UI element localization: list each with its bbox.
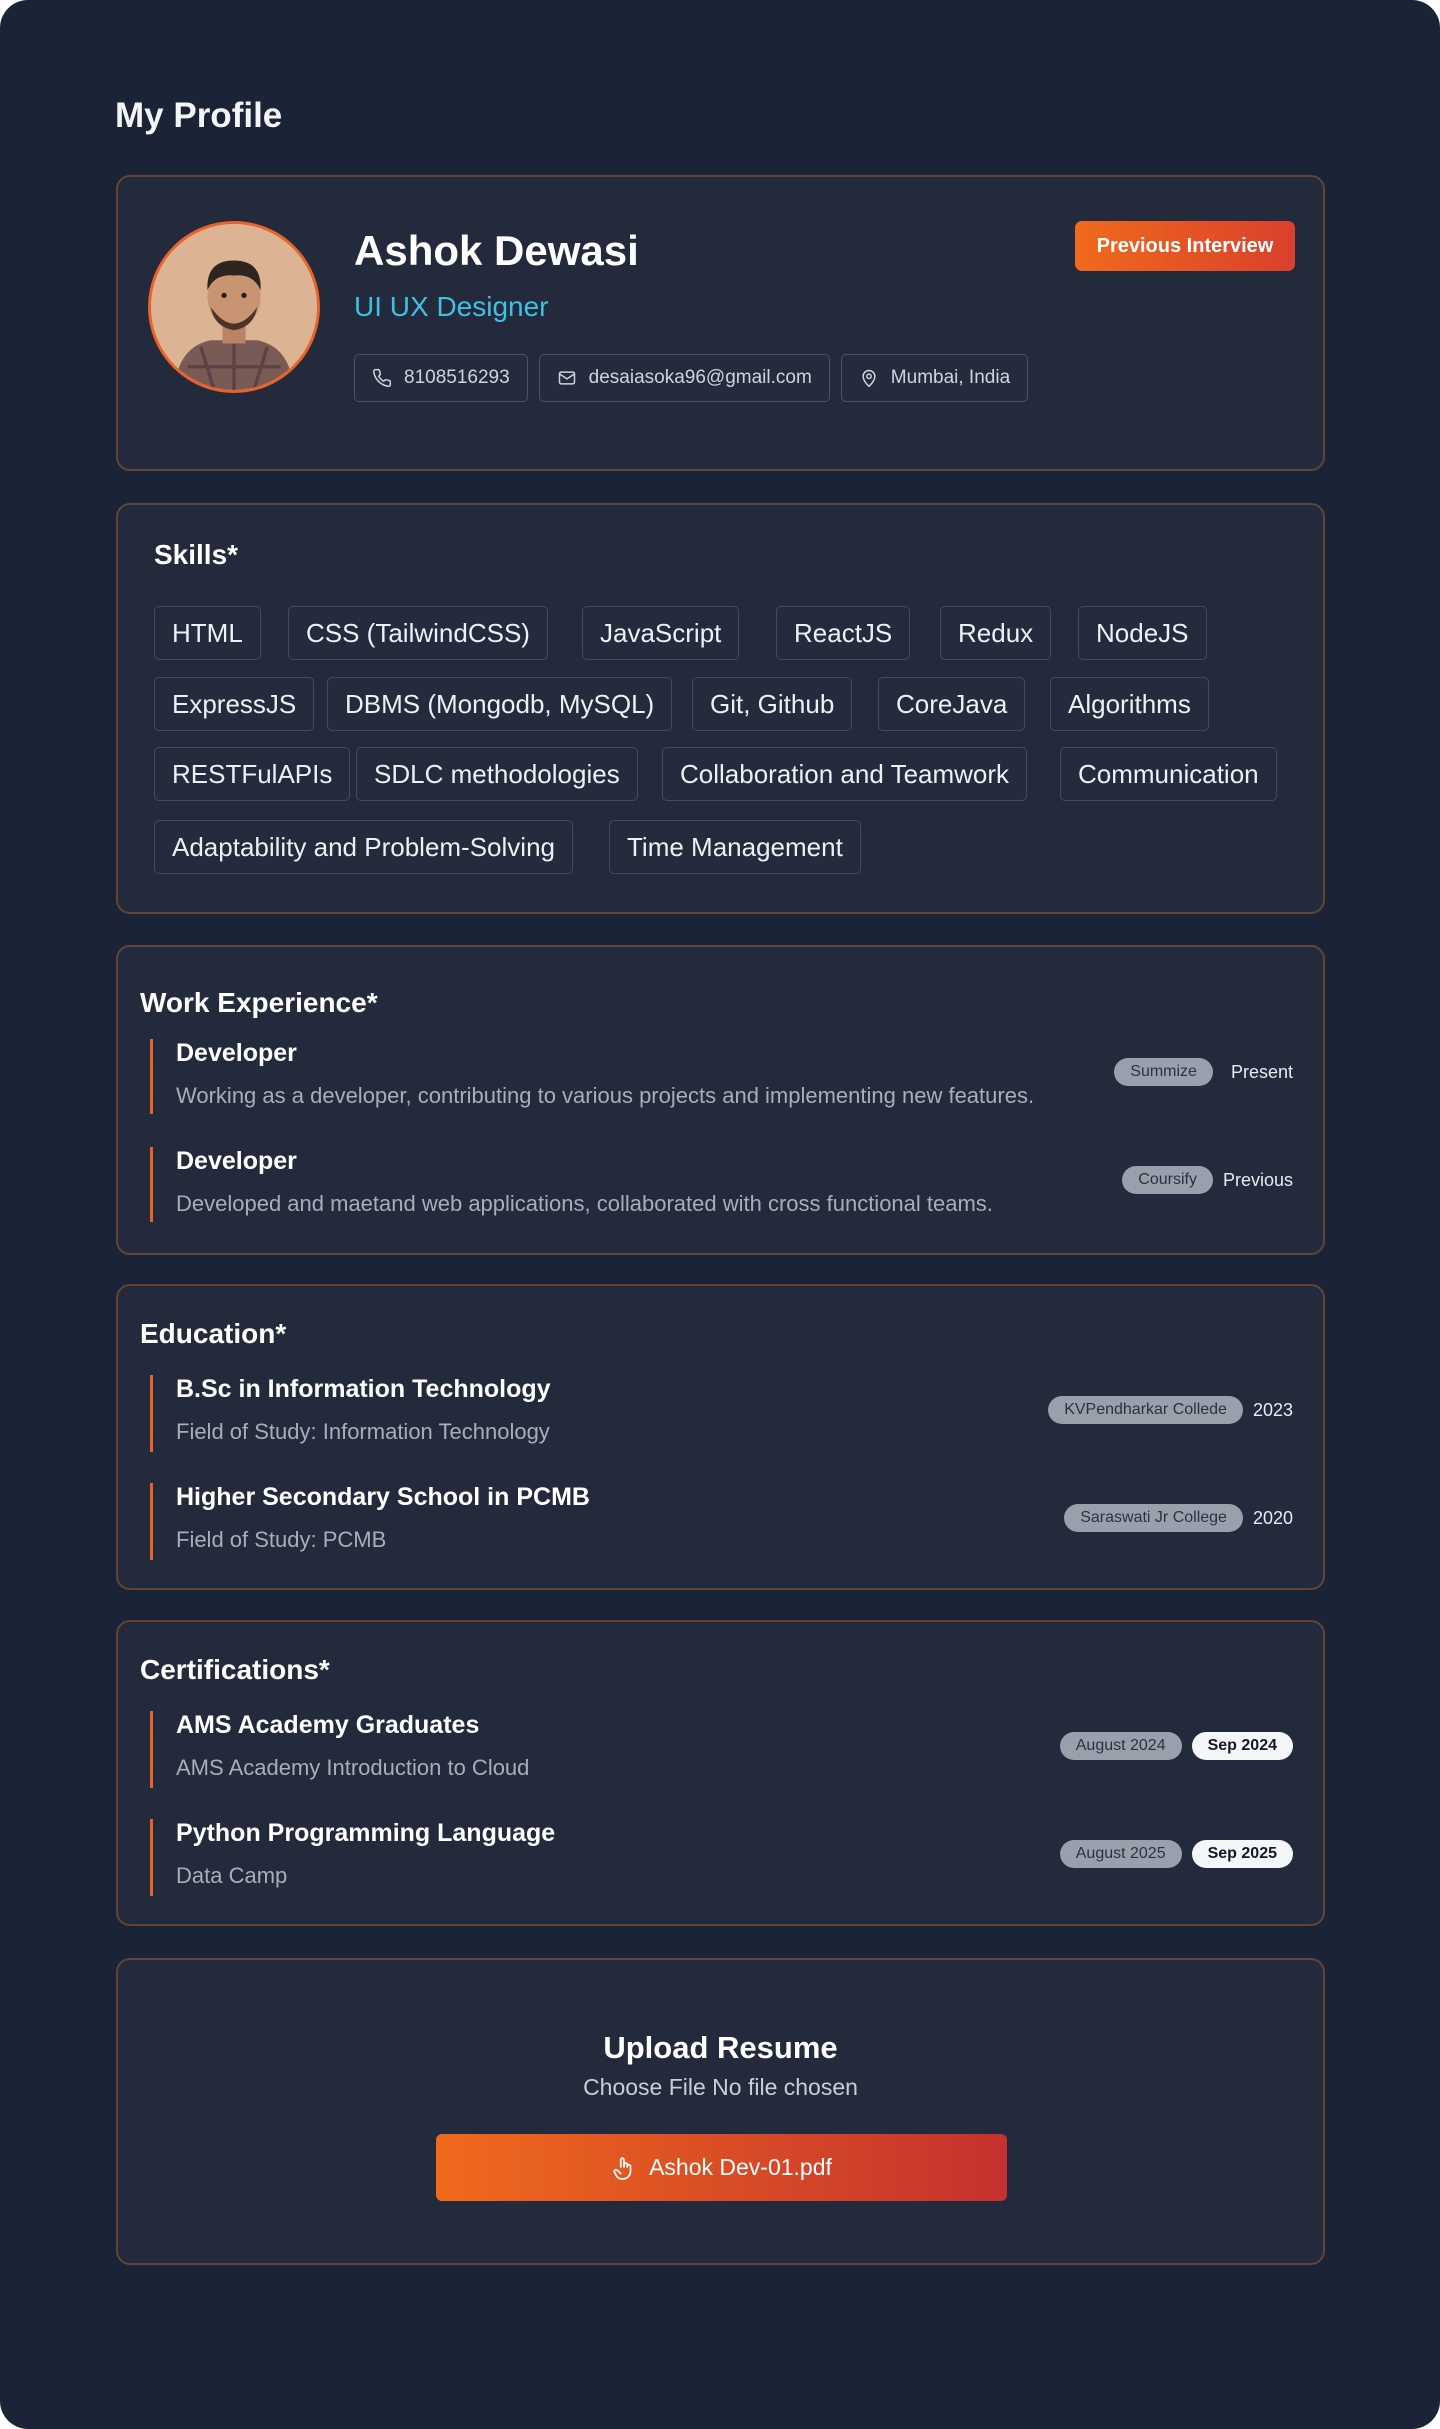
work-role: Developer — [176, 1147, 297, 1175]
previous-interview-button[interactable]: Previous Interview — [1075, 221, 1295, 271]
skill-tag: NodeJS — [1078, 606, 1207, 660]
company-badge: Summize — [1114, 1058, 1213, 1086]
education-card: Education* B.Sc in Information Technolog… — [116, 1284, 1325, 1590]
certification-dates: August 2025 Sep 2025 — [1059, 1840, 1293, 1868]
start-date-badge: August 2025 — [1059, 1840, 1182, 1868]
profile-page: My Profile Ashok Dewasi UI UX Designer P… — [0, 0, 1440, 2429]
avatar — [148, 221, 320, 393]
skill-tag: ReactJS — [776, 606, 911, 660]
certifications-card: Certifications* AMS Academy Graduates AM… — [116, 1620, 1325, 1926]
end-date-badge: Sep 2025 — [1191, 1840, 1293, 1868]
skills-card: Skills* HTML CSS (TailwindCSS) JavaScrip… — [116, 503, 1325, 914]
degree: Higher Secondary School in PCMB — [176, 1483, 590, 1511]
phone-text: 8108516293 — [404, 367, 510, 388]
work-status: Previous — [1222, 1169, 1293, 1190]
location-chip[interactable]: Mumbai, India — [840, 354, 1029, 402]
contact-row: 8108516293 desaiasoka96@gmail.com Mumbai… — [354, 354, 1029, 402]
skills-title: Skills* — [154, 539, 239, 570]
upload-file-button[interactable]: Ashok Dev-01.pdf — [436, 2134, 1007, 2201]
skill-tag: Communication — [1060, 747, 1277, 801]
education-entry: B.Sc in Information Technology Field of … — [150, 1375, 1293, 1452]
upload-file-name: Ashok Dev-01.pdf — [649, 2154, 832, 2180]
certification-provider: Data Camp — [176, 1863, 288, 1888]
profile-role: UI UX Designer — [354, 291, 549, 322]
work-role: Developer — [176, 1039, 297, 1067]
profile-card: Ashok Dewasi UI UX Designer Previous Int… — [116, 175, 1325, 471]
upload-resume-card: Upload Resume Choose File No file chosen… — [116, 1958, 1325, 2265]
skill-tag: Git, Github — [692, 677, 853, 731]
skill-tag: CoreJava — [878, 677, 1026, 731]
work-meta: Summize Present — [1114, 1058, 1293, 1086]
skill-tag: JavaScript — [582, 606, 740, 660]
work-status: Present — [1230, 1061, 1293, 1082]
education-entry: Higher Secondary School in PCMB Field of… — [150, 1483, 1293, 1560]
certification-entry: Python Programming Language Data Camp Au… — [150, 1819, 1293, 1896]
field-of-study: Field of Study: PCMB — [176, 1527, 387, 1552]
work-description: Developed and maetand web applications, … — [176, 1191, 993, 1216]
email-text: desaiasoka96@gmail.com — [588, 367, 812, 388]
degree: B.Sc in Information Technology — [176, 1375, 551, 1403]
certification-name: Python Programming Language — [176, 1819, 556, 1847]
phone-icon — [373, 368, 392, 387]
work-entry: Developer Working as a developer, contri… — [150, 1039, 1293, 1114]
upload-title: Upload Resume — [603, 2030, 838, 2065]
skill-tag: CSS (TailwindCSS) — [288, 606, 548, 660]
skill-tag: SDLC methodologies — [356, 747, 638, 801]
profile-name: Ashok Dewasi — [354, 227, 639, 274]
skill-tag: DBMS (Mongodb, MySQL) — [327, 677, 673, 731]
work-title: Work Experience* — [140, 987, 378, 1018]
work-meta: Coursify Previous — [1122, 1166, 1293, 1194]
skill-tag: Collaboration and Teamwork — [662, 747, 1028, 801]
file-input-status[interactable]: Choose File No file chosen — [118, 2074, 1323, 2101]
institution-badge: KVPendharkar Collede — [1048, 1396, 1243, 1424]
certifications-title: Certifications* — [140, 1654, 330, 1685]
graduation-year: 2020 — [1252, 1507, 1293, 1528]
work-entry: Developer Developed and maetand web appl… — [150, 1147, 1293, 1222]
graduation-year: 2023 — [1252, 1399, 1293, 1420]
avatar-image — [151, 224, 317, 390]
institution-badge: Saraswati Jr College — [1064, 1504, 1243, 1532]
skill-tag: RESTFulAPIs — [154, 747, 351, 801]
certification-entry: AMS Academy Graduates AMS Academy Introd… — [150, 1711, 1293, 1788]
skill-tag: Adaptability and Problem-Solving — [154, 820, 573, 874]
work-description: Working as a developer, contributing to … — [176, 1083, 1035, 1108]
hand-pointer-icon — [613, 2156, 632, 2180]
education-title: Education* — [140, 1318, 287, 1349]
education-meta: KVPendharkar Collede 2023 — [1048, 1396, 1293, 1424]
company-badge: Coursify — [1122, 1166, 1213, 1194]
start-date-badge: August 2024 — [1059, 1732, 1182, 1760]
work-experience-card: Work Experience* Developer Working as a … — [116, 945, 1325, 1255]
skill-tag: HTML — [154, 606, 261, 660]
end-date-badge: Sep 2024 — [1191, 1732, 1293, 1760]
mail-icon — [558, 371, 575, 385]
education-meta: Saraswati Jr College 2020 — [1064, 1504, 1293, 1532]
field-of-study: Field of Study: Information Technology — [176, 1419, 550, 1444]
email-chip[interactable]: desaiasoka96@gmail.com — [538, 354, 830, 402]
certification-name: AMS Academy Graduates — [176, 1711, 480, 1739]
phone-chip[interactable]: 8108516293 — [354, 354, 528, 402]
location-text: Mumbai, India — [890, 367, 1011, 388]
skill-tag: Algorithms — [1050, 677, 1209, 731]
page-title: My Profile — [115, 96, 283, 135]
skill-tag: ExpressJS — [154, 677, 315, 731]
skill-tag: Time Management — [609, 820, 861, 874]
certification-provider: AMS Academy Introduction to Cloud — [176, 1755, 530, 1780]
certification-dates: August 2024 Sep 2024 — [1059, 1732, 1293, 1760]
location-pin-icon — [862, 369, 876, 388]
skill-tag: Redux — [940, 606, 1052, 660]
